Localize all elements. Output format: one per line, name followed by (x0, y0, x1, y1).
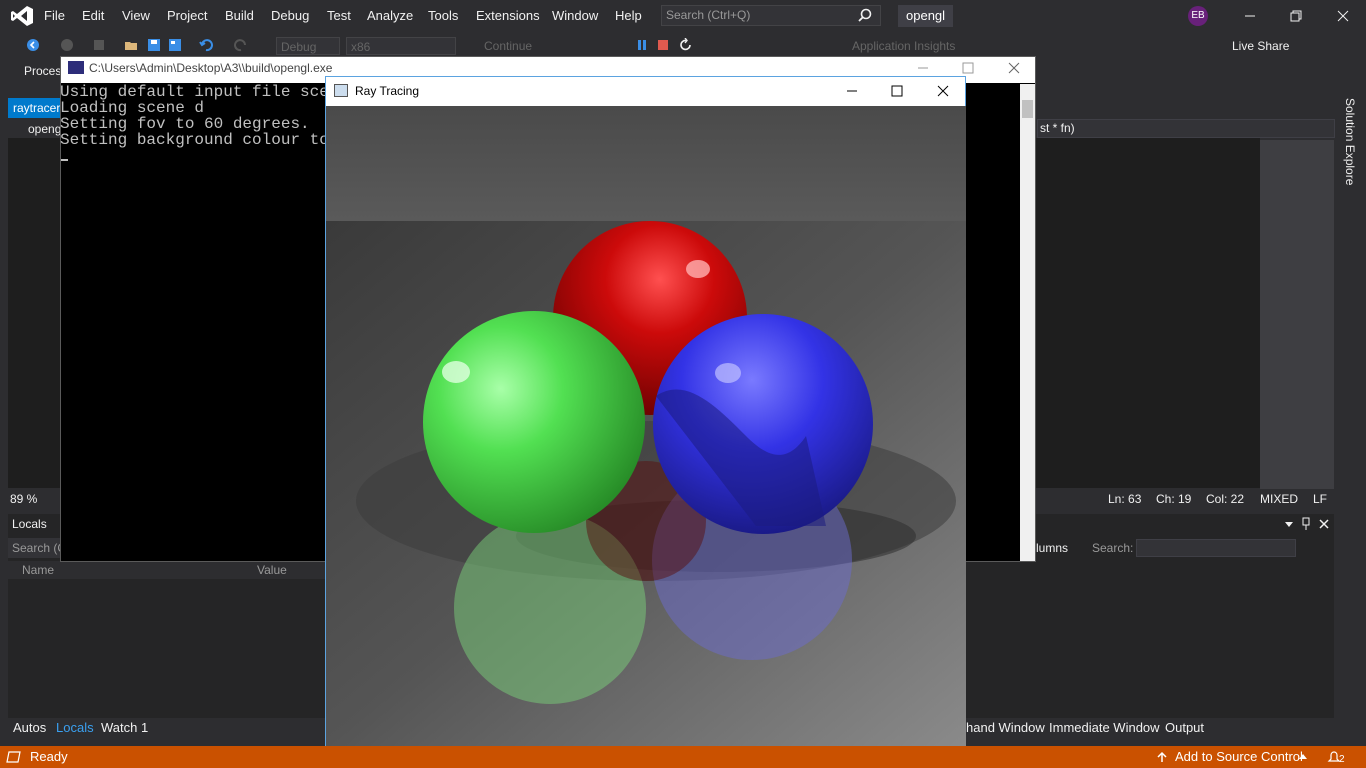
red-specular (686, 260, 710, 278)
redo-icon[interactable] (234, 38, 248, 52)
zoom-level[interactable]: 89 % (10, 489, 37, 509)
menu-item-help[interactable]: Help (615, 0, 642, 32)
menu-item-edit[interactable]: Edit (82, 0, 104, 32)
minimize-icon[interactable] (1240, 6, 1260, 26)
save-icon[interactable] (147, 38, 161, 52)
line-number: Ln: 63 (1108, 492, 1142, 506)
notification-count: 2 (1339, 754, 1345, 765)
ray-traced-render (326, 106, 966, 746)
console-title: C:\Users\Admin\Desktop\A3\\build\opengl.… (89, 61, 333, 75)
menu-item-build[interactable]: Build (225, 0, 254, 32)
back-icon[interactable] (26, 38, 40, 52)
rt-close-icon[interactable] (935, 83, 951, 99)
console-maximize-icon[interactable] (960, 60, 976, 76)
menu-item-file[interactable]: File (44, 0, 65, 32)
stop-debugging-icon[interactable] (656, 38, 670, 52)
bottom-tab-output[interactable]: Output (1165, 718, 1204, 738)
output-icon[interactable] (6, 750, 22, 764)
document-tab-raytracer[interactable]: raytracer (8, 98, 64, 118)
solution-explorer-tab[interactable]: Solution Explorer (1341, 96, 1359, 186)
bottom-tab-hand-window[interactable]: hand Window (966, 718, 1045, 738)
menu-item-project[interactable]: Project (167, 0, 207, 32)
menu-item-analyze[interactable]: Analyze (367, 0, 413, 32)
save-all-icon[interactable] (168, 38, 182, 52)
pin-icon[interactable] (1300, 517, 1312, 531)
render-sky (326, 106, 966, 221)
console-cursor (61, 159, 68, 161)
live-share-button[interactable]: Live Share (1232, 37, 1289, 55)
command-window-titlebar (1036, 514, 1334, 534)
arrow-up-icon (1157, 751, 1167, 762)
col-name-header[interactable]: Name (22, 563, 54, 577)
search-icon[interactable] (858, 8, 872, 22)
break-all-icon[interactable] (635, 38, 649, 52)
visual-studio-logo-icon (11, 6, 33, 26)
status-ready: Ready (30, 749, 68, 764)
new-project-icon[interactable] (92, 38, 106, 52)
process-label: Proces (24, 64, 62, 78)
editor-scrollbar-map[interactable] (1260, 140, 1334, 490)
menu-item-window[interactable]: Window (552, 0, 598, 32)
chevron-up-icon[interactable] (1298, 752, 1308, 762)
console-close-icon[interactable] (1006, 60, 1022, 76)
menu-item-debug[interactable]: Debug (271, 0, 309, 32)
avatar[interactable]: EB (1188, 6, 1208, 26)
restore-icon[interactable] (1286, 6, 1306, 26)
console-scrollbar[interactable] (1020, 84, 1035, 561)
solution-explorer-label: Solution Explorer (1343, 98, 1357, 186)
locals-header: Name Value (8, 561, 338, 579)
bottom-tab-autos[interactable]: Autos (13, 718, 46, 738)
nav-project-dropdown[interactable]: openg (8, 122, 61, 136)
rt-minimize-icon[interactable] (844, 83, 860, 99)
console-line: Loading scene d (60, 99, 205, 117)
search-label: Search: (1092, 541, 1134, 555)
solution-config-dropdown[interactable]: Debug (276, 37, 340, 55)
undo-icon[interactable] (199, 38, 213, 52)
solution-platform-dropdown[interactable]: x86 (346, 37, 456, 55)
menu-item-view[interactable]: View (122, 0, 150, 32)
application-insights-button[interactable]: Application Insights (852, 37, 955, 55)
line-ending: LF (1313, 492, 1328, 506)
bottom-tab-locals[interactable]: Locals (56, 718, 94, 738)
open-folder-icon[interactable] (124, 38, 138, 52)
console-line: Setting fov to 60 degrees. (60, 115, 310, 133)
console-app-icon (68, 61, 84, 74)
locals-title: Locals (12, 517, 47, 531)
search-placeholder: Search (Ctrl+Q) (666, 8, 751, 22)
nav-member-dropdown[interactable]: st * fn) (1037, 119, 1335, 138)
search-input[interactable] (1136, 539, 1296, 557)
console-minimize-icon[interactable] (915, 60, 931, 76)
ray-tracing-title: Ray Tracing (355, 84, 420, 98)
continue-label: Continue (484, 39, 533, 53)
restart-icon[interactable] (679, 38, 693, 52)
columns-dropdown[interactable]: lumns (1036, 538, 1068, 558)
col-number: Col: 22 (1206, 492, 1245, 506)
rt-maximize-icon[interactable] (889, 83, 905, 99)
continue-button[interactable]: Continue (468, 37, 532, 55)
col-value-header[interactable]: Value (257, 563, 287, 577)
green-specular (442, 361, 470, 383)
close-icon[interactable] (1333, 6, 1353, 26)
char-number: Ch: 19 (1156, 492, 1192, 506)
green-sphere (423, 311, 645, 533)
window-app-icon (334, 84, 348, 97)
chevron-down-icon[interactable] (1284, 519, 1294, 529)
menu-item-tools[interactable]: Tools (428, 0, 458, 32)
bottom-tab-immediate-window[interactable]: Immediate Window (1049, 718, 1160, 738)
bottom-tab-watch-1[interactable]: Watch 1 (101, 718, 148, 738)
forward-icon[interactable] (60, 38, 74, 52)
menu-item-test[interactable]: Test (327, 0, 351, 32)
add-to-source-control-button[interactable]: Add to Source Control (1175, 746, 1303, 768)
solution-name: opengl (898, 5, 954, 27)
blue-specular (715, 363, 741, 383)
menu-item-extensions[interactable]: Extensions (476, 0, 540, 32)
line-endings-mode: MIXED (1260, 492, 1299, 506)
close-panel-icon[interactable] (1318, 518, 1330, 530)
